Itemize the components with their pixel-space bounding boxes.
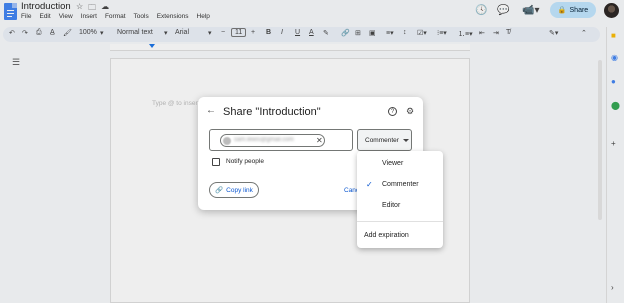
close-icon[interactable]: ✕ bbox=[316, 136, 323, 145]
recipient-chip[interactable]: sam.lewis@gmail.com ✕ bbox=[220, 134, 325, 147]
copy-link-label: Copy link bbox=[226, 186, 253, 194]
checkmark-icon: ✓ bbox=[366, 180, 373, 189]
role-select[interactable]: Commenter bbox=[357, 129, 412, 151]
back-arrow-icon[interactable]: ← bbox=[206, 105, 216, 116]
chip-avatar bbox=[223, 137, 231, 145]
chip-email: sam.lewis@gmail.com bbox=[234, 137, 294, 143]
dialog-title: Share "Introduction" bbox=[223, 106, 321, 118]
menu-item-label: Commenter bbox=[382, 181, 419, 188]
menu-item-label: Viewer bbox=[382, 160, 404, 167]
menu-item-label: Editor bbox=[382, 202, 401, 209]
copy-link-button[interactable]: 🔗 Copy link bbox=[209, 182, 259, 198]
role-select-label: Commenter bbox=[365, 137, 399, 144]
help-icon[interactable]: ? bbox=[388, 107, 397, 116]
add-expiration-item[interactable]: Add expiration bbox=[364, 232, 409, 239]
menu-divider bbox=[357, 221, 443, 222]
settings-icon[interactable]: ⚙ bbox=[406, 106, 414, 117]
caret-down-icon bbox=[403, 139, 409, 142]
link-icon: 🔗 bbox=[215, 187, 224, 194]
notify-label[interactable]: Notify people bbox=[226, 158, 264, 165]
role-menu: Viewer ✓ Commenter Editor Add expiration bbox=[357, 151, 443, 248]
add-people-input[interactable]: sam.lewis@gmail.com ✕ bbox=[209, 129, 353, 151]
notify-checkbox[interactable] bbox=[212, 158, 220, 166]
